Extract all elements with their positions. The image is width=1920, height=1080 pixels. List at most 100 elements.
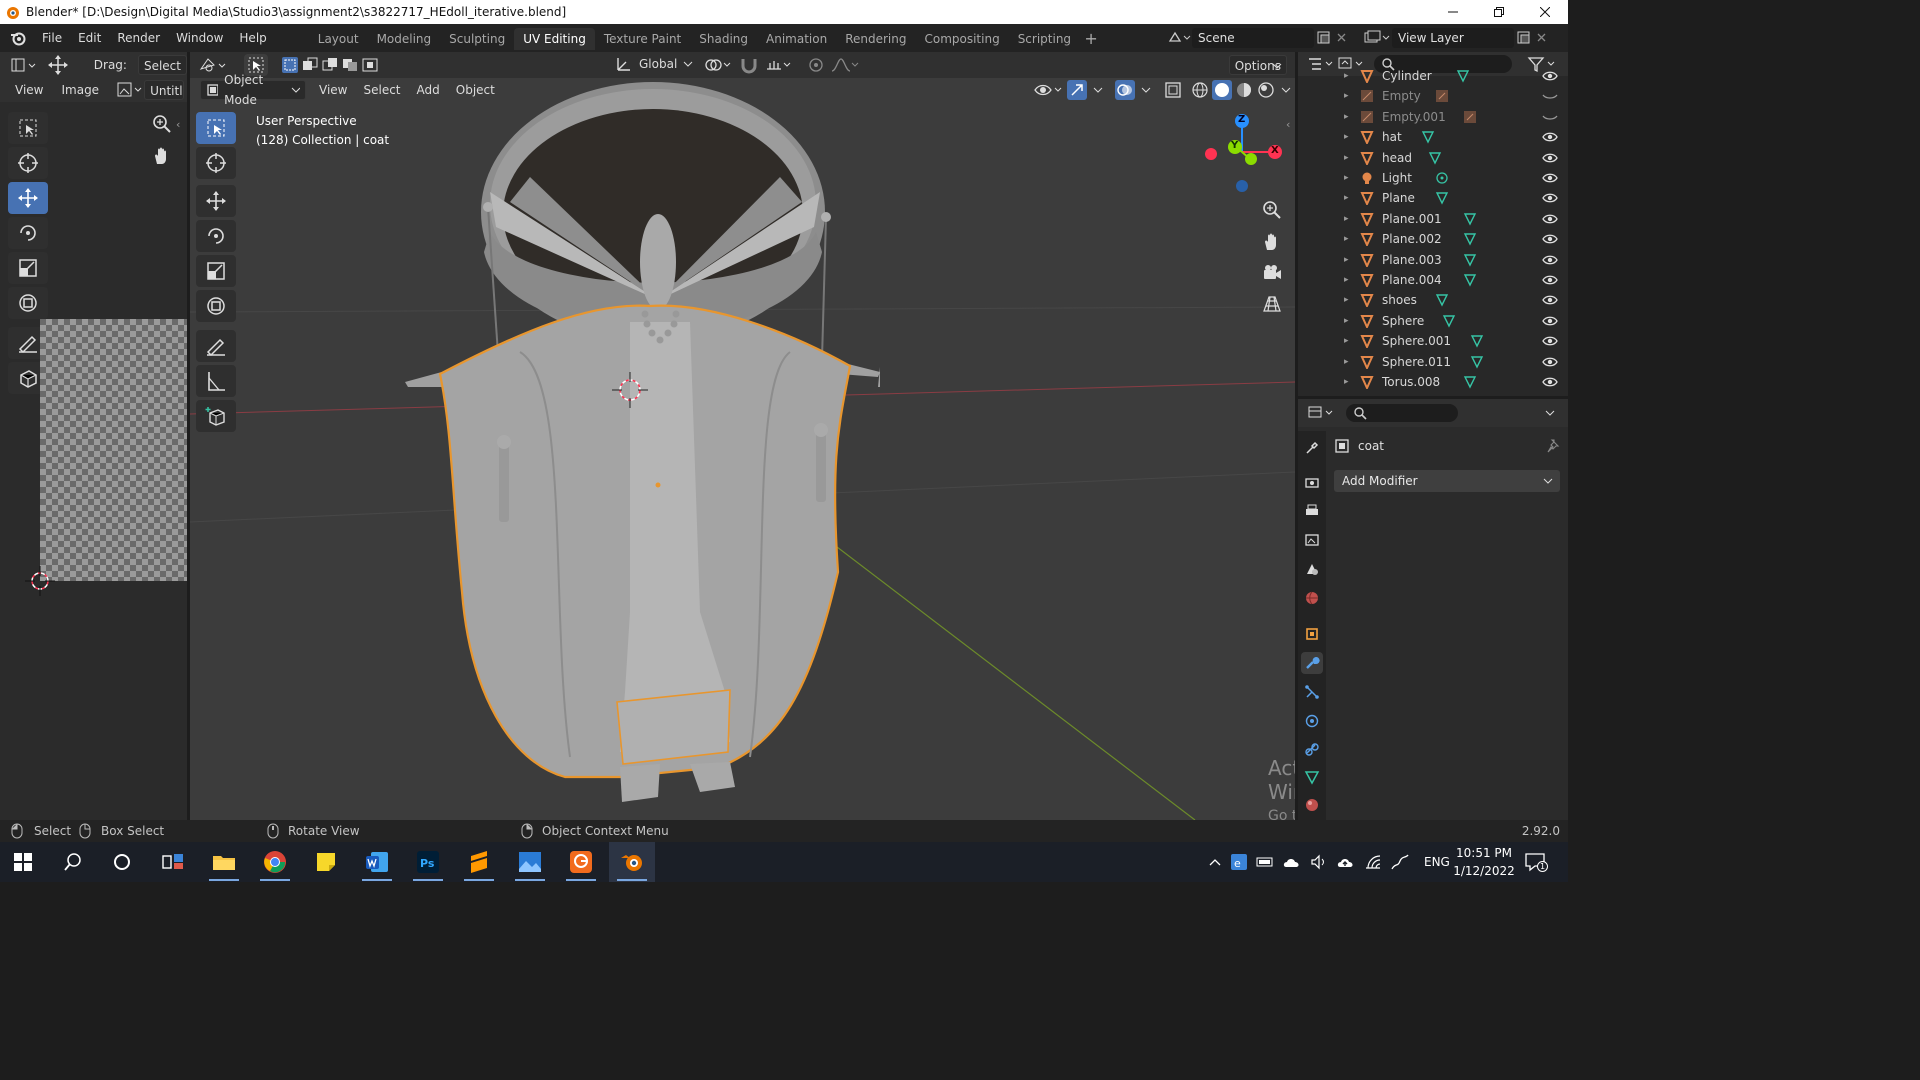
expand-arrow-icon[interactable]: ▸ [1344,71,1349,81]
add-modifier-dropdown[interactable]: Add Modifier [1334,470,1560,492]
outliner-item-name[interactable]: Empty.001 [1382,110,1446,124]
outliner-item-name[interactable]: shoes [1382,293,1417,307]
mesh-data-icon[interactable] [1435,191,1449,205]
expand-arrow-icon[interactable]: ▸ [1344,316,1349,326]
mesh-data-icon[interactable] [1470,355,1484,369]
tab-view-layer[interactable] [1301,529,1323,551]
outliner-row[interactable]: ▸ Light [1298,168,1568,188]
outliner-item-name[interactable]: Sphere.011 [1382,355,1451,369]
expand-arrow-icon[interactable]: ▸ [1344,214,1349,224]
outliner-item-name[interactable]: head [1382,151,1412,165]
scene-name-field[interactable]: Scene [1192,28,1314,48]
mesh-data-icon[interactable] [1435,293,1449,307]
outliner-item-name[interactable]: Sphere.001 [1382,334,1451,348]
tab-modifiers[interactable] [1301,652,1323,674]
uv-select-box-tool[interactable] [8,112,48,144]
outliner-row[interactable]: ▸ Plane.002 [1298,229,1568,249]
taskbar-sticky-notes[interactable] [303,842,349,882]
tab-particles[interactable] [1301,681,1323,703]
cortana-button[interactable] [99,842,145,882]
eye-icon[interactable] [1542,172,1558,184]
battery-device-icon[interactable] [1256,853,1274,871]
uv-rotate-tool[interactable] [8,217,48,249]
mesh-data-icon[interactable] [1442,314,1456,328]
mesh-data-icon[interactable] [1428,151,1442,165]
expand-arrow-icon[interactable]: ▸ [1344,255,1349,265]
menu-render[interactable]: Render [109,27,168,49]
outliner-item-name[interactable]: Sphere [1382,314,1424,328]
empty-data-icon[interactable] [1463,110,1477,124]
mesh-data-icon[interactable] [1463,232,1477,246]
outliner-item-name[interactable]: hat [1382,130,1402,144]
expand-arrow-icon[interactable]: ▸ [1344,173,1349,183]
start-button[interactable] [0,842,46,882]
mesh-data-icon[interactable] [1421,130,1435,144]
outliner-item-name[interactable]: Light [1382,171,1412,185]
eye-icon[interactable] [1542,233,1558,245]
expand-arrow-icon[interactable]: ▸ [1344,357,1349,367]
uv-scale-tool[interactable] [8,252,48,284]
tab-shading[interactable]: Shading [690,28,757,50]
tab-modeling[interactable]: Modeling [368,28,441,50]
expand-arrow-icon[interactable]: ▸ [1344,112,1349,122]
taskbar-search-button[interactable] [50,842,96,882]
tab-world[interactable] [1301,587,1323,609]
tab-physics[interactable] [1301,710,1323,732]
uv-cursor-tool[interactable] [8,147,48,179]
outliner-item-name[interactable]: Plane [1382,191,1415,205]
viewport-zoom-button[interactable] [1258,196,1286,224]
taskbar-pdf-tool[interactable] [558,842,604,882]
tab-output[interactable] [1301,500,1323,522]
outliner-row[interactable]: ▸ Sphere.011 [1298,352,1568,372]
taskbar-file-explorer[interactable] [201,842,247,882]
uv-pan-button[interactable] [150,144,174,168]
outliner-item-name[interactable]: Torus.008 [1382,375,1440,389]
viewport-pan-button[interactable] [1258,228,1286,256]
eye-icon[interactable] [1542,315,1558,327]
outliner-row[interactable]: ▸ Empty.001 [1298,107,1568,127]
menu-window[interactable]: Window [168,27,231,49]
language-indicator[interactable]: ENG [1424,855,1450,869]
outliner-row[interactable]: ▸ Plane.003 [1298,250,1568,270]
expand-arrow-icon[interactable]: ▸ [1344,91,1349,101]
new-view-layer-icon[interactable] [1514,29,1534,47]
expand-arrow-icon[interactable]: ▸ [1344,132,1349,142]
vp-scale-tool[interactable] [196,255,236,287]
tab-scripting[interactable]: Scripting [1009,28,1080,50]
eye-icon[interactable] [1542,274,1558,286]
expand-arrow-icon[interactable]: ▸ [1344,193,1349,203]
outliner-row[interactable]: ▸ head [1298,148,1568,168]
add-workspace-button[interactable]: + [1080,28,1102,50]
eye-closed-icon[interactable] [1542,90,1558,102]
gizmo-label-z[interactable]: Z [1238,114,1245,125]
outliner-item-name[interactable]: Plane.004 [1382,273,1442,287]
eye-icon[interactable] [1542,213,1558,225]
close-button[interactable] [1522,0,1568,24]
task-view-button[interactable] [150,842,196,882]
outliner-row[interactable]: ▸ Empty [1298,86,1568,106]
taskbar-blender[interactable] [609,842,655,882]
vp-annotate-tool[interactable] [196,330,236,362]
new-scene-icon[interactable] [1314,29,1334,47]
outliner-row[interactable]: ▸ shoes [1298,290,1568,310]
tab-constraints[interactable] [1301,739,1323,761]
uv-zoom-button[interactable] [150,112,174,136]
vp-select-box-tool[interactable] [196,112,236,144]
uv-sidebar-toggle[interactable]: ‹ [176,118,180,131]
uv-transform-tool[interactable] [8,287,48,319]
expand-arrow-icon[interactable]: ▸ [1344,377,1349,387]
editor-type-icon[interactable] [8,55,36,75]
menu-file[interactable]: File [34,27,70,49]
eye-icon[interactable] [1542,294,1558,306]
tab-compositing[interactable]: Compositing [915,28,1008,50]
notification-center-button[interactable]: 1 [1524,851,1548,873]
outliner-item-name[interactable]: Plane.002 [1382,232,1442,246]
tab-rendering[interactable]: Rendering [836,28,915,50]
taskbar-photos[interactable] [507,842,553,882]
volume-icon[interactable] [1310,853,1328,871]
eye-icon[interactable] [1542,192,1558,204]
tab-material[interactable] [1301,794,1323,816]
vp-measure-tool[interactable] [196,365,236,397]
eye-closed-icon[interactable] [1542,111,1558,123]
outliner-row[interactable]: ▸ Torus.008 [1298,372,1568,392]
